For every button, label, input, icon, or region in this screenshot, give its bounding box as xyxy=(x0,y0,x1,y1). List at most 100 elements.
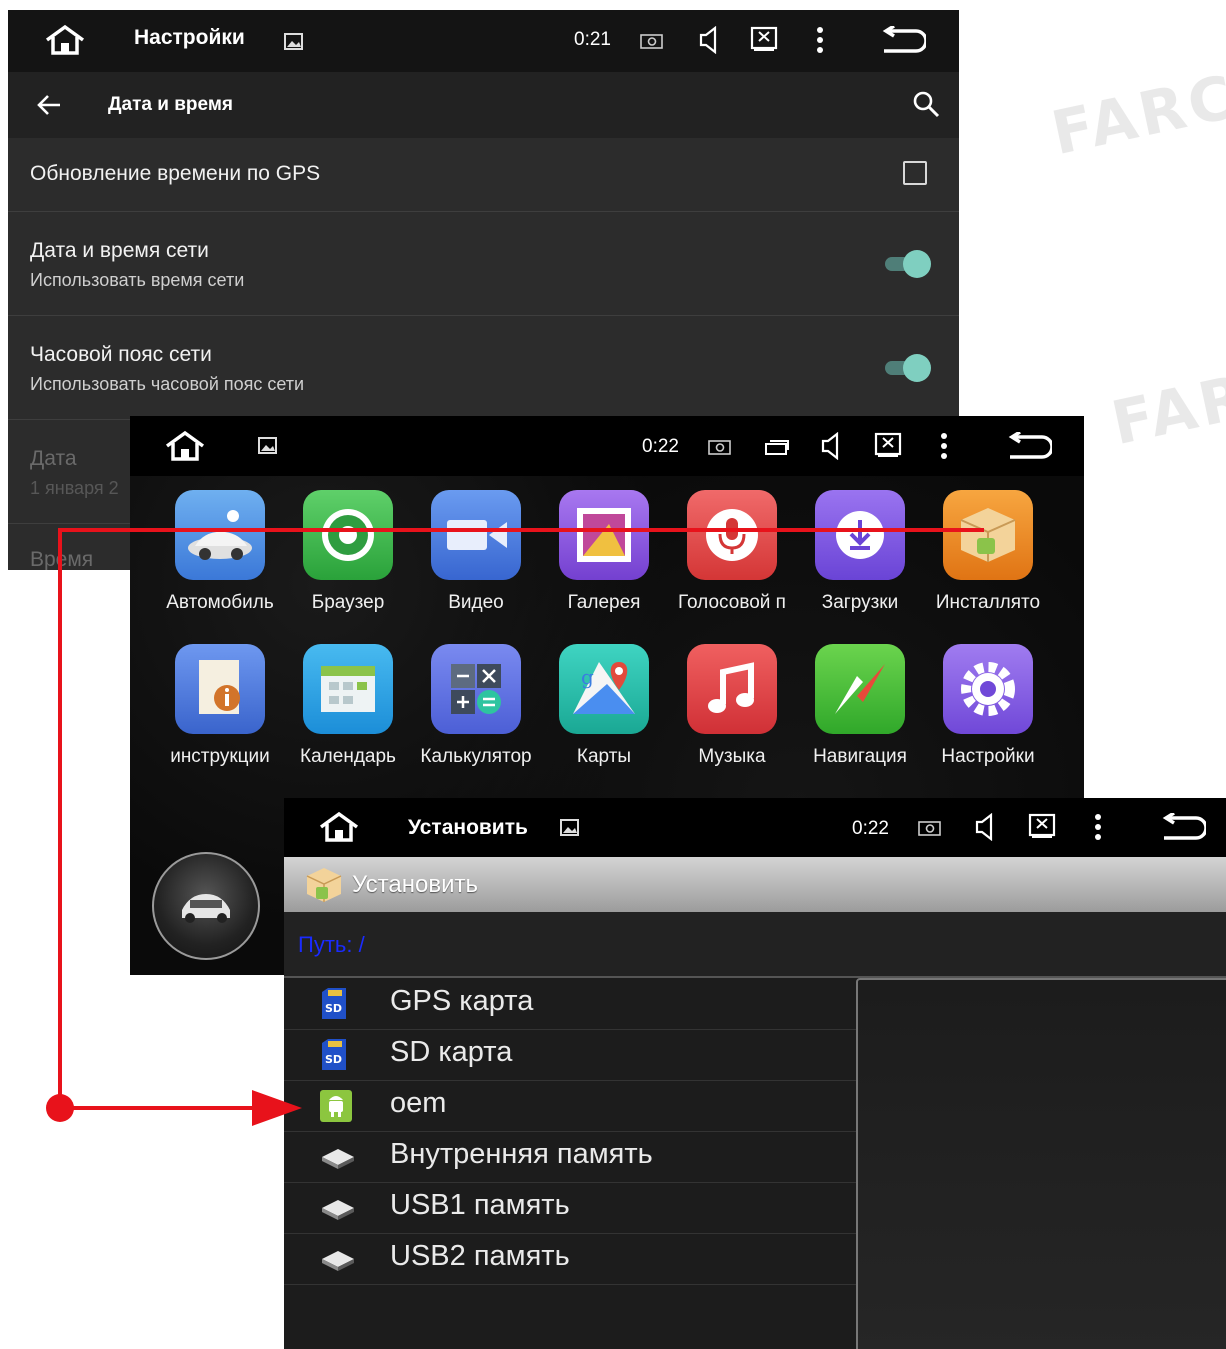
list-item-label: oem xyxy=(390,1087,447,1119)
list-item-label: SD карта xyxy=(390,1036,513,1068)
image-icon xyxy=(284,32,304,57)
app-video[interactable]: Видео xyxy=(412,490,540,614)
home-icon[interactable] xyxy=(164,430,206,467)
home-icon[interactable] xyxy=(44,24,86,61)
network-timezone-row[interactable]: Часовой пояс сети Использовать часовой п… xyxy=(8,316,959,420)
close-window-icon[interactable] xyxy=(750,26,778,57)
camera-icon[interactable] xyxy=(640,32,664,55)
app-avtomobil[interactable]: Автомобиль xyxy=(156,490,284,614)
sd-card-icon: SD xyxy=(320,1039,348,1071)
list-item[interactable]: USB2 память xyxy=(284,1233,856,1285)
app-voice[interactable]: Голосовой п xyxy=(668,490,796,614)
setting-title: Дата xyxy=(30,447,77,470)
download-icon xyxy=(815,490,905,580)
gps-time-row[interactable]: Обновление времени по GPS xyxy=(8,138,959,212)
status-time: 0:21 xyxy=(574,29,611,50)
car-mode-button[interactable] xyxy=(152,852,260,960)
calculator-icon xyxy=(431,644,521,734)
video-camera-icon xyxy=(431,490,521,580)
more-menu-icon[interactable] xyxy=(816,26,824,59)
installer-title: Установить xyxy=(352,871,478,898)
app-label: Загрузки xyxy=(821,592,899,613)
annotation-line-vertical xyxy=(58,528,62,1110)
watermark: FARCAR xyxy=(1105,330,1226,460)
installer-screen: Установить 0:22 Установить Путь: / SD GP… xyxy=(284,798,1226,1349)
list-item-label: USB1 память xyxy=(390,1189,570,1221)
recent-apps-icon[interactable] xyxy=(764,438,790,461)
close-window-icon[interactable] xyxy=(874,432,902,463)
list-item-label: Внутренняя память xyxy=(390,1138,653,1170)
search-icon[interactable] xyxy=(912,90,940,123)
volume-icon[interactable] xyxy=(820,431,842,465)
car-app-icon xyxy=(175,490,265,580)
svg-text:SD: SD xyxy=(325,1002,342,1015)
home-icon[interactable] xyxy=(318,811,360,848)
app-browser[interactable]: Браузер xyxy=(284,490,412,614)
back-icon[interactable] xyxy=(1006,430,1054,467)
camera-icon[interactable] xyxy=(708,438,732,461)
network-time-row[interactable]: Дата и время сети Использовать время сет… xyxy=(8,212,959,316)
app-label: Видео xyxy=(448,592,504,613)
back-icon[interactable] xyxy=(880,24,928,61)
app-calendar[interactable]: Календарь xyxy=(284,644,412,768)
setting-subtitle: Использовать время сети xyxy=(30,270,245,290)
image-icon xyxy=(258,436,278,461)
back-icon[interactable] xyxy=(1160,811,1208,848)
map-pin-icon: g xyxy=(559,644,649,734)
volume-icon[interactable] xyxy=(974,812,996,846)
status-bar: Установить 0:22 xyxy=(284,798,1226,857)
path-label: Путь: / xyxy=(298,932,365,957)
compass-icon xyxy=(815,644,905,734)
app-label: Автомобиль xyxy=(166,592,274,613)
arrow-left-icon[interactable] xyxy=(36,94,62,121)
package-icon xyxy=(304,865,344,910)
setting-title: Часовой пояс сети xyxy=(30,343,212,366)
status-bar: Настройки 0:21 xyxy=(8,10,959,72)
camera-icon[interactable] xyxy=(918,819,942,842)
app-settings[interactable]: Настройки xyxy=(924,644,1052,768)
app-label: Галерея xyxy=(567,592,641,613)
svg-text:SD: SD xyxy=(325,1053,342,1066)
list-item[interactable]: Внутренняя память xyxy=(284,1131,856,1183)
watermark: FARCAR xyxy=(1045,40,1226,170)
more-menu-icon[interactable] xyxy=(940,432,948,465)
android-oem-icon xyxy=(320,1090,352,1122)
globe-icon xyxy=(303,490,393,580)
page-title: Дата и время xyxy=(108,94,233,115)
app-installer[interactable]: Инсталлято xyxy=(924,490,1052,614)
app-label: Голосовой п xyxy=(678,592,786,613)
more-menu-icon[interactable] xyxy=(1094,813,1102,846)
app-instructions[interactable]: инструкции xyxy=(156,644,284,768)
app-gallery[interactable]: Галерея xyxy=(540,490,668,614)
network-timezone-switch[interactable] xyxy=(885,352,933,384)
close-window-icon[interactable] xyxy=(1028,813,1056,844)
list-item[interactable]: SD SD карта xyxy=(284,1029,856,1081)
app-downloads[interactable]: Загрузки xyxy=(796,490,924,614)
gallery-icon xyxy=(559,490,649,580)
status-time: 0:22 xyxy=(852,818,889,839)
gps-time-checkbox[interactable] xyxy=(903,161,927,185)
microphone-icon xyxy=(687,490,777,580)
app-label: Инсталлято xyxy=(935,592,1041,613)
status-title: Настройки xyxy=(134,26,245,49)
app-navigation[interactable]: Навигация xyxy=(796,644,924,768)
gear-icon xyxy=(943,644,1033,734)
app-calculator[interactable]: Калькулятор xyxy=(412,644,540,768)
app-maps[interactable]: g Карты xyxy=(540,644,668,768)
volume-icon[interactable] xyxy=(698,25,720,59)
storage-icon xyxy=(320,1192,356,1224)
app-label: инструкции xyxy=(170,746,270,767)
app-bar: Дата и время xyxy=(8,72,959,138)
list-item[interactable]: SD GPS карта xyxy=(284,978,856,1030)
network-time-switch[interactable] xyxy=(885,248,933,280)
sd-card-icon: SD xyxy=(320,988,348,1020)
details-pane xyxy=(856,978,1226,1349)
list-item[interactable]: oem xyxy=(284,1080,856,1132)
app-label: Музыка xyxy=(698,746,766,767)
svg-text:g: g xyxy=(581,665,594,689)
package-icon xyxy=(943,490,1033,580)
app-music[interactable]: Музыка xyxy=(668,644,796,768)
status-bar: 0:22 xyxy=(130,416,1084,476)
list-item[interactable]: USB1 память xyxy=(284,1182,856,1234)
music-note-icon xyxy=(687,644,777,734)
